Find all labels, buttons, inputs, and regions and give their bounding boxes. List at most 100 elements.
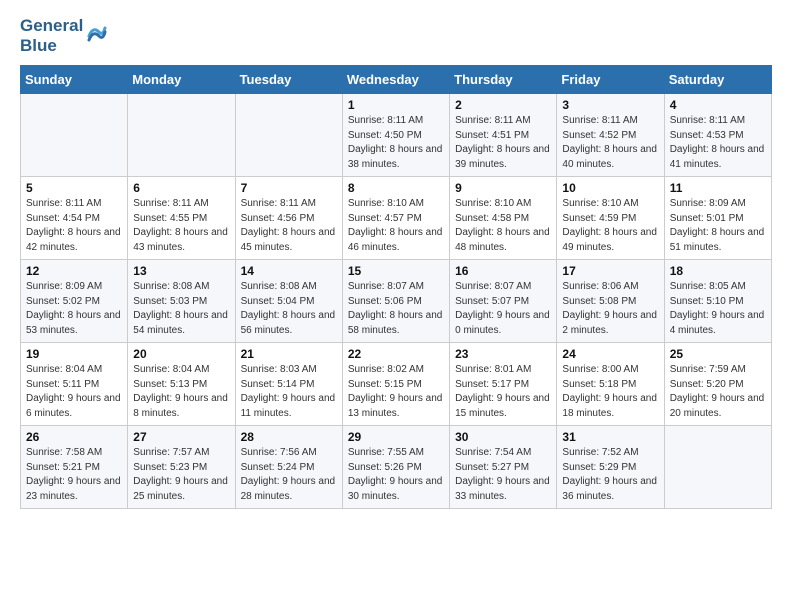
day-number: 11 [670, 181, 766, 195]
calendar-cell: 23 Sunrise: 8:01 AM Sunset: 5:17 PM Dayli… [450, 343, 557, 426]
day-info: Sunrise: 8:11 AM Sunset: 4:52 PM Dayligh… [562, 114, 658, 172]
calendar-cell: 17Sunrise: 8:06 AM Sunset: 5:08 PM Dayli… [557, 260, 664, 343]
day-number: 8 [348, 181, 444, 195]
calendar-cell: 10Sunrise: 8:10 AM Sunset: 4:59 PM Dayli… [557, 177, 664, 260]
weekday-header-tuesday: Tuesday [235, 66, 342, 94]
calendar-week-row: 26 Sunrise: 7:58 AM Sunset: 5:21 PM Dayli… [21, 426, 772, 509]
day-number: 29 [348, 430, 444, 444]
day-info: Sunrise: 7:57 AM Sunset: 5:23 PM Dayligh… [133, 446, 229, 504]
day-number: 26 [26, 430, 122, 444]
day-number: 23 [455, 347, 551, 361]
weekday-header-friday: Friday [557, 66, 664, 94]
day-info: Sunrise: 8:10 AM Sunset: 4:58 PM Dayligh… [455, 197, 551, 255]
day-info: Sunrise: 7:56 AM Sunset: 5:24 PM Dayligh… [241, 446, 337, 504]
day-info: Sunrise: 8:01 AM Sunset: 5:17 PM Dayligh… [455, 363, 551, 421]
day-info: Sunrise: 8:02 AM Sunset: 5:15 PM Dayligh… [348, 363, 444, 421]
logo-container: General Blue [20, 16, 107, 55]
day-number: 6 [133, 181, 229, 195]
calendar-cell: 5 Sunrise: 8:11 AM Sunset: 4:54 PM Daylig… [21, 177, 128, 260]
day-info: Sunrise: 8:11 AM Sunset: 4:51 PM Dayligh… [455, 114, 551, 172]
calendar-week-row: 12 Sunrise: 8:09 AM Sunset: 5:02 PM Dayli… [21, 260, 772, 343]
calendar-cell: 7 Sunrise: 8:11 AM Sunset: 4:56 PM Daylig… [235, 177, 342, 260]
day-info: Sunrise: 8:08 AM Sunset: 5:03 PM Dayligh… [133, 280, 229, 338]
calendar-cell [128, 94, 235, 177]
calendar-cell: 4 Sunrise: 8:11 AM Sunset: 4:53 PM Daylig… [664, 94, 771, 177]
weekday-header-thursday: Thursday [450, 66, 557, 94]
weekday-header-wednesday: Wednesday [342, 66, 449, 94]
day-number: 16 [455, 264, 551, 278]
day-info: Sunrise: 8:07 AM Sunset: 5:07 PM Dayligh… [455, 280, 551, 338]
day-number: 30 [455, 430, 551, 444]
calendar-cell: 21 Sunrise: 8:03 AM Sunset: 5:14 PM Dayli… [235, 343, 342, 426]
calendar-week-row: 5 Sunrise: 8:11 AM Sunset: 4:54 PM Daylig… [21, 177, 772, 260]
day-number: 12 [26, 264, 122, 278]
day-number: 14 [241, 264, 337, 278]
day-info: Sunrise: 7:58 AM Sunset: 5:21 PM Dayligh… [26, 446, 122, 504]
calendar-cell: 31Sunrise: 7:52 AM Sunset: 5:29 PM Dayli… [557, 426, 664, 509]
day-number: 4 [670, 98, 766, 112]
day-number: 21 [241, 347, 337, 361]
calendar-cell: 26 Sunrise: 7:58 AM Sunset: 5:21 PM Dayli… [21, 426, 128, 509]
calendar-cell: 25 Sunrise: 7:59 AM Sunset: 5:20 PM Dayli… [664, 343, 771, 426]
calendar-cell [664, 426, 771, 509]
day-number: 10 [562, 181, 658, 195]
calendar-cell: 19Sunrise: 8:04 AM Sunset: 5:11 PM Dayli… [21, 343, 128, 426]
calendar-cell: 2Sunrise: 8:11 AM Sunset: 4:51 PM Daylig… [450, 94, 557, 177]
calendar-cell: 15 Sunrise: 8:07 AM Sunset: 5:06 PM Dayli… [342, 260, 449, 343]
day-info: Sunrise: 7:59 AM Sunset: 5:20 PM Dayligh… [670, 363, 766, 421]
day-info: Sunrise: 8:11 AM Sunset: 4:56 PM Dayligh… [241, 197, 337, 255]
calendar-cell: 9 Sunrise: 8:10 AM Sunset: 4:58 PM Daylig… [450, 177, 557, 260]
calendar-table: SundayMondayTuesdayWednesdayThursdayFrid… [20, 65, 772, 509]
day-number: 27 [133, 430, 229, 444]
day-number: 20 [133, 347, 229, 361]
calendar-cell [235, 94, 342, 177]
day-info: Sunrise: 8:06 AM Sunset: 5:08 PM Dayligh… [562, 280, 658, 338]
logo-line2: Blue [20, 36, 83, 56]
calendar-week-row: 19Sunrise: 8:04 AM Sunset: 5:11 PM Dayli… [21, 343, 772, 426]
day-info: Sunrise: 8:07 AM Sunset: 5:06 PM Dayligh… [348, 280, 444, 338]
day-info: Sunrise: 8:09 AM Sunset: 5:01 PM Dayligh… [670, 197, 766, 255]
header: General Blue [20, 16, 772, 55]
day-number: 24 [562, 347, 658, 361]
logo: General Blue [20, 16, 107, 55]
day-info: Sunrise: 8:11 AM Sunset: 4:50 PM Dayligh… [348, 114, 444, 172]
day-number: 1 [348, 98, 444, 112]
weekday-header-sunday: Sunday [21, 66, 128, 94]
weekday-header-monday: Monday [128, 66, 235, 94]
calendar-cell: 13 Sunrise: 8:08 AM Sunset: 5:03 PM Dayli… [128, 260, 235, 343]
day-info: Sunrise: 8:11 AM Sunset: 4:54 PM Dayligh… [26, 197, 122, 255]
day-info: Sunrise: 8:04 AM Sunset: 5:11 PM Dayligh… [26, 363, 122, 421]
calendar-cell: 6 Sunrise: 8:11 AM Sunset: 4:55 PM Daylig… [128, 177, 235, 260]
logo-wave-icon [85, 18, 107, 54]
day-number: 13 [133, 264, 229, 278]
day-number: 7 [241, 181, 337, 195]
day-info: Sunrise: 8:11 AM Sunset: 4:55 PM Dayligh… [133, 197, 229, 255]
calendar-cell: 14Sunrise: 8:08 AM Sunset: 5:04 PM Dayli… [235, 260, 342, 343]
day-info: Sunrise: 8:04 AM Sunset: 5:13 PM Dayligh… [133, 363, 229, 421]
day-info: Sunrise: 7:55 AM Sunset: 5:26 PM Dayligh… [348, 446, 444, 504]
day-number: 25 [670, 347, 766, 361]
calendar-cell: 3 Sunrise: 8:11 AM Sunset: 4:52 PM Daylig… [557, 94, 664, 177]
day-number: 15 [348, 264, 444, 278]
calendar-cell: 20 Sunrise: 8:04 AM Sunset: 5:13 PM Dayli… [128, 343, 235, 426]
day-info: Sunrise: 8:09 AM Sunset: 5:02 PM Dayligh… [26, 280, 122, 338]
calendar-cell: 8Sunrise: 8:10 AM Sunset: 4:57 PM Daylig… [342, 177, 449, 260]
calendar-cell [21, 94, 128, 177]
calendar-cell: 29 Sunrise: 7:55 AM Sunset: 5:26 PM Dayli… [342, 426, 449, 509]
day-number: 22 [348, 347, 444, 361]
day-info: Sunrise: 8:11 AM Sunset: 4:53 PM Dayligh… [670, 114, 766, 172]
calendar-cell: 16 Sunrise: 8:07 AM Sunset: 5:07 PM Dayli… [450, 260, 557, 343]
calendar-cell: 22 Sunrise: 8:02 AM Sunset: 5:15 PM Dayli… [342, 343, 449, 426]
calendar-week-row: 1 Sunrise: 8:11 AM Sunset: 4:50 PM Daylig… [21, 94, 772, 177]
day-info: Sunrise: 7:54 AM Sunset: 5:27 PM Dayligh… [455, 446, 551, 504]
calendar-cell: 12 Sunrise: 8:09 AM Sunset: 5:02 PM Dayli… [21, 260, 128, 343]
day-number: 9 [455, 181, 551, 195]
day-number: 3 [562, 98, 658, 112]
weekday-header-saturday: Saturday [664, 66, 771, 94]
day-number: 5 [26, 181, 122, 195]
day-info: Sunrise: 7:52 AM Sunset: 5:29 PM Dayligh… [562, 446, 658, 504]
day-info: Sunrise: 8:03 AM Sunset: 5:14 PM Dayligh… [241, 363, 337, 421]
calendar-cell: 11 Sunrise: 8:09 AM Sunset: 5:01 PM Dayli… [664, 177, 771, 260]
day-number: 28 [241, 430, 337, 444]
day-number: 18 [670, 264, 766, 278]
